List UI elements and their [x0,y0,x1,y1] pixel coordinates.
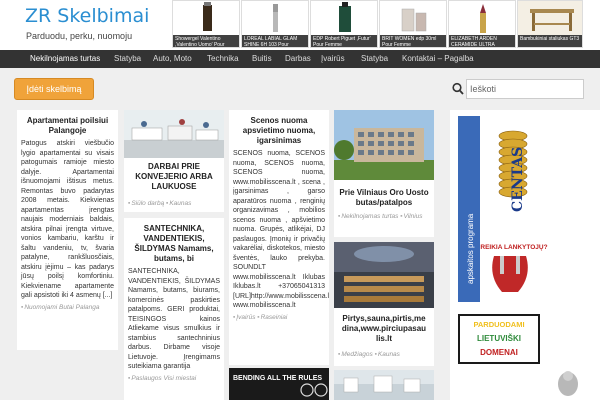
folder-icon: ▪ [338,351,341,358]
ad-caption: Bambukiniai staliukas GT3 [518,35,582,47]
post-meta: ▪Siūlo darbą ▪Kaunas [124,199,224,208]
ad-thumb-image [518,1,582,35]
post-image[interactable] [334,370,434,400]
ad-caption: ELIZABETH ARDEN CERAMIDE ULTRA [449,35,515,47]
post-card[interactable]: BENDING ALL THE RULES [229,368,329,400]
post-category[interactable]: Paslaugos [131,375,161,382]
post-location[interactable]: Visi miestai [163,375,196,382]
nav-item-ivairus[interactable]: Įvairūs [321,50,345,68]
post-location[interactable]: Vilnius [404,213,423,220]
post-excerpt: Patogus atskiri viešbučio lygio apartame… [21,140,114,299]
banner-bottom-text: REIKIA LANKYTOJŲ? [480,244,547,251]
post-location[interactable]: Raseiniai [261,314,288,321]
nav-item-statyba-2[interactable]: Statyba [361,50,388,68]
ad-strip: Showergel Valentino ,Valentino Uomo' Pou… [170,0,600,48]
post-card[interactable]: Prie Vilniaus Oro Uosto butas/patalpos ▪… [334,110,434,237]
folder-icon: ▪ [128,374,131,382]
post-location[interactable]: Palanga [76,304,100,311]
post-card[interactable]: Scenos nuoma apsvietimo nuoma, igarsinim… [229,110,329,365]
post-image[interactable]: BENDING ALL THE RULES [229,368,329,400]
post-image[interactable] [334,242,434,308]
ad-caption: Showergel Valentino ,Valentino Uomo' Pou… [173,35,239,47]
post-card[interactable]: DARBAI PRIE KONVEJERIO ARBA LAUKUOSE ▪Si… [124,110,224,212]
ad-thumb-image [242,1,308,35]
ad-caption: BRIT WOMEN edp 30ml Pour Femme [380,35,446,47]
ad-caption: LOREAL LABIAL GLAM SHINE 6H 103 Pour [242,35,308,47]
folder-icon: ▪ [128,200,131,207]
post-card[interactable] [334,370,434,400]
ad-thumb-image [173,1,239,35]
post-image[interactable] [124,110,224,158]
folder-icon: ▪ [233,313,236,321]
ad-item[interactable]: EDP Robert Piguet ,Futur' Pour Femme [310,0,378,48]
post-meta: ▪Nuomojami Butai Palanga [17,301,118,312]
post-location[interactable]: Kaunas [169,200,191,207]
nav-item-darbas[interactable]: Darbas [285,50,311,68]
centas-banner[interactable]: apskaitos programa CENTAS REIKIA LANKYTO… [458,116,548,302]
nav-item-statyba[interactable]: Statyba [114,50,141,68]
folder-icon: ▪ [338,213,341,220]
post-title[interactable]: Prie Vilniaus Oro Uosto butas/patalpos [334,188,434,208]
ad-thumb-image [311,1,377,35]
post-card[interactable]: SANTECHNIKA, VANDENTIEKIS, ŠILDYMAS Nama… [124,218,224,400]
banner-main-text: CENTAS [510,147,526,212]
ad-item[interactable]: BRIT WOMEN edp 30ml Pour Femme [379,0,447,48]
banner2-line2: LIETUVIŠKI [477,334,521,343]
post-image[interactable] [334,110,434,180]
ad-caption: EDP Robert Piguet ,Futur' Pour Femme [311,35,377,47]
nav-item-auto-moto[interactable]: Auto, Moto [153,50,192,68]
post-card[interactable]: Pirtys,sauna,pirtis,me dina,www.pirciupa… [334,242,434,366]
tag-icon: ▪ [166,200,169,207]
banner2-line3: DOMENAI [480,348,518,357]
ad-thumb-image [449,1,515,35]
post-category[interactable]: Nuomojami Butai [24,304,74,311]
tag-icon: ▪ [400,213,403,220]
domains-banner[interactable]: PARDUODAMI LIETUVIŠKI DOMENAI [458,314,540,364]
post-category[interactable]: Siūlo darbą [131,200,164,207]
post-category[interactable]: Įvairūs [236,314,255,321]
main-nav: Nekilnojamas turtas Statyba Auto, Moto T… [0,50,600,68]
nav-item-technika[interactable]: Technika [207,50,239,68]
tag-icon: ▪ [257,313,260,321]
post-excerpt: SANTECHNIKA, VANDENTIEKIS, ŠILDYMAS Nama… [128,268,220,370]
search-icon[interactable] [452,82,464,96]
nav-item-nekilnojamas-turtas[interactable]: Nekilnojamas turtas [30,50,100,68]
post-location[interactable]: Kaunas [378,351,400,358]
post-title[interactable]: Scenos nuoma apsvietimo nuoma, igarsinim… [229,110,329,146]
banner2-line1: PARDUODAMI [473,320,524,329]
site-title[interactable]: ZR Skelbimai [25,5,149,27]
ad-item[interactable]: ELIZABETH ARDEN CERAMIDE ULTRA [448,0,516,48]
nav-item-kontaktai[interactable]: Kontaktai – Pagalba [402,50,474,68]
post-title[interactable]: SANTECHNIKA, VANDENTIEKIS, ŠILDYMAS Nama… [124,218,224,264]
site-tagline: Parduodu, perku, nuomoju [26,31,133,41]
ad-thumb-image [380,1,446,35]
ad-item[interactable]: LOREAL LABIAL GLAM SHINE 6H 103 Pour [241,0,309,48]
post-excerpt: SCENOS nuoma, SCENOS nuoma, SCENOS nuoma… [233,150,329,309]
post-image-text: BENDING ALL THE RULES [233,375,322,382]
search-input[interactable] [470,80,580,98]
post-category[interactable]: Nekilnojamas turtas [341,213,398,220]
post-category[interactable]: Medžiagos [341,351,372,358]
post-meta: ▪Paslaugos Visi miestai [124,372,224,383]
post-meta: ▪Medžiagos ▪Kaunas [334,350,434,359]
post-title[interactable]: Pirtys,sauna,pirtis,me dina,www.pirciupa… [334,314,434,344]
nav-item-buitis[interactable]: Buitis [252,50,272,68]
ad-item[interactable]: Showergel Valentino ,Valentino Uomo' Pou… [172,0,240,48]
sidebar-image [548,370,590,400]
post-title[interactable]: Apartamentai poilsiui Palangoje [17,110,118,136]
post-meta: ▪Nekilnojamas turtas ▪Vilnius [334,212,434,221]
post-card[interactable]: Apartamentai poilsiui Palangoje Patogus … [17,110,118,350]
add-listing-button[interactable]: Įdėti skelbimą [14,78,94,100]
ad-item[interactable]: Bambukiniai staliukas GT3 [517,0,583,48]
post-meta: ▪Įvairūs ▪Raseiniai [229,311,329,322]
tag-icon: ▪ [374,351,377,358]
folder-icon: ▪ [21,303,24,311]
banner-side-text: apskaitos programa [466,213,475,284]
post-title[interactable]: DARBAI PRIE KONVEJERIO ARBA LAUKUOSE [124,162,224,192]
